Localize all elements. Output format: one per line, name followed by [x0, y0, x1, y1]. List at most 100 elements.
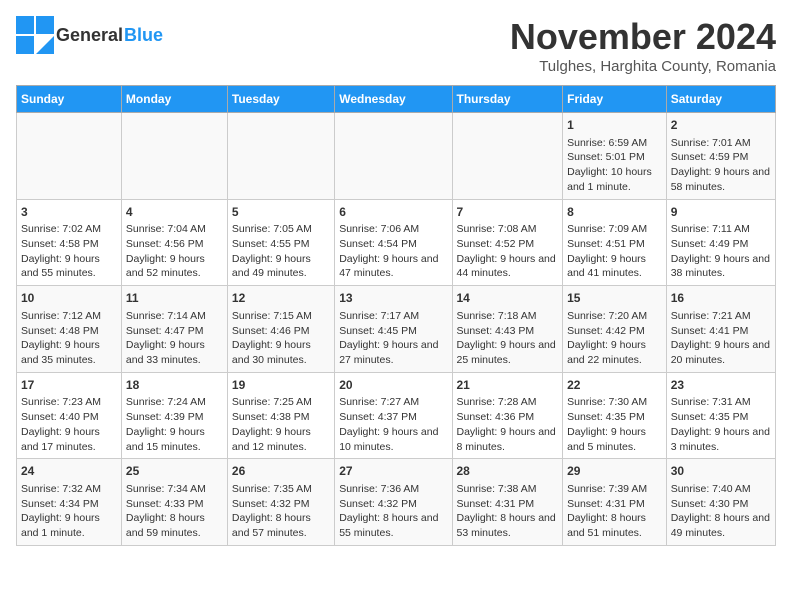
day-info: Sunrise: 7:34 AM Sunset: 4:33 PM Dayligh… [126, 482, 223, 541]
calendar-cell: 11 Sunrise: 7:14 AM Sunset: 4:47 PM Dayli… [121, 286, 227, 373]
day-info: Sunrise: 7:24 AM Sunset: 4:39 PM Dayligh… [126, 395, 223, 454]
day-number: 11 [126, 290, 223, 307]
calendar-cell: 19Sunrise: 7:25 AM Sunset: 4:38 PM Dayli… [227, 372, 334, 459]
day-number: 19 [232, 377, 330, 394]
calendar-cell: 18Sunrise: 7:24 AM Sunset: 4:39 PM Dayli… [121, 372, 227, 459]
day-number: 5 [232, 204, 330, 221]
day-info: Sunrise: 7:21 AM Sunset: 4:41 PM Dayligh… [671, 309, 771, 368]
day-number: 18 [126, 377, 223, 394]
day-number: 22 [567, 377, 662, 394]
calendar-cell: 25 Sunrise: 7:34 AM Sunset: 4:33 PM Dayli… [121, 459, 227, 546]
day-info: Sunrise: 7:32 AM Sunset: 4:34 PM Dayligh… [21, 482, 117, 541]
calendar-week-1: 1Sunrise: 6:59 AM Sunset: 5:01 PM Daylig… [17, 113, 776, 200]
calendar-cell: 27Sunrise: 7:36 AM Sunset: 4:32 PM Dayli… [335, 459, 452, 546]
calendar-cell [17, 113, 122, 200]
day-header-wednesday: Wednesday [335, 86, 452, 113]
calendar-week-2: 3Sunrise: 7:02 AM Sunset: 4:58 PM Daylig… [17, 199, 776, 286]
day-info: Sunrise: 7:06 AM Sunset: 4:54 PM Dayligh… [339, 222, 447, 281]
day-header-tuesday: Tuesday [227, 86, 334, 113]
day-info: Sunrise: 7:31 AM Sunset: 4:35 PM Dayligh… [671, 395, 771, 454]
day-number: 6 [339, 204, 447, 221]
calendar-cell: 20Sunrise: 7:27 AM Sunset: 4:37 PM Dayli… [335, 372, 452, 459]
day-number: 12 [232, 290, 330, 307]
day-number: 25 [126, 463, 223, 480]
day-number: 30 [671, 463, 771, 480]
page-subtitle: Tulghes, Harghita County, Romania [510, 58, 776, 75]
day-info: Sunrise: 7:18 AM Sunset: 4:43 PM Dayligh… [457, 309, 559, 368]
day-info: Sunrise: 7:04 AM Sunset: 4:56 PM Dayligh… [126, 222, 223, 281]
page-title: November 2024 [510, 16, 776, 58]
day-number: 9 [671, 204, 771, 221]
calendar-cell [335, 113, 452, 200]
day-number: 27 [339, 463, 447, 480]
day-info: Sunrise: 7:11 AM Sunset: 4:49 PM Dayligh… [671, 222, 771, 281]
day-info: Sunrise: 7:39 AM Sunset: 4:31 PM Dayligh… [567, 482, 662, 541]
calendar-week-5: 24Sunrise: 7:32 AM Sunset: 4:34 PM Dayli… [17, 459, 776, 546]
calendar-week-4: 17Sunrise: 7:23 AM Sunset: 4:40 PM Dayli… [17, 372, 776, 459]
day-number: 10 [21, 290, 117, 307]
calendar-week-3: 10Sunrise: 7:12 AM Sunset: 4:48 PM Dayli… [17, 286, 776, 373]
calendar-cell: 14 Sunrise: 7:18 AM Sunset: 4:43 PM Dayli… [452, 286, 563, 373]
calendar-cell: 6Sunrise: 7:06 AM Sunset: 4:54 PM Daylig… [335, 199, 452, 286]
calendar-cell: 17Sunrise: 7:23 AM Sunset: 4:40 PM Dayli… [17, 372, 122, 459]
day-number: 7 [457, 204, 559, 221]
day-info: Sunrise: 7:09 AM Sunset: 4:51 PM Dayligh… [567, 222, 662, 281]
calendar-cell: 21Sunrise: 7:28 AM Sunset: 4:36 PM Dayli… [452, 372, 563, 459]
day-number: 28 [457, 463, 559, 480]
day-number: 26 [232, 463, 330, 480]
calendar-cell: 8Sunrise: 7:09 AM Sunset: 4:51 PM Daylig… [563, 199, 667, 286]
day-number: 17 [21, 377, 117, 394]
day-info: Sunrise: 7:23 AM Sunset: 4:40 PM Dayligh… [21, 395, 117, 454]
calendar-cell: 13Sunrise: 7:17 AM Sunset: 4:45 PM Dayli… [335, 286, 452, 373]
calendar-cell: 3Sunrise: 7:02 AM Sunset: 4:58 PM Daylig… [17, 199, 122, 286]
page-header: General Blue November 2024 Tulghes, Harg… [16, 16, 776, 75]
calendar-cell: 23Sunrise: 7:31 AM Sunset: 4:35 PM Dayli… [666, 372, 775, 459]
logo-general-text: General [56, 25, 123, 46]
day-number: 23 [671, 377, 771, 394]
day-number: 4 [126, 204, 223, 221]
day-info: Sunrise: 7:38 AM Sunset: 4:31 PM Dayligh… [457, 482, 559, 541]
calendar-cell: 30 Sunrise: 7:40 AM Sunset: 4:30 PM Dayli… [666, 459, 775, 546]
calendar-cell [121, 113, 227, 200]
day-info: Sunrise: 7:17 AM Sunset: 4:45 PM Dayligh… [339, 309, 447, 368]
day-info: Sunrise: 7:02 AM Sunset: 4:58 PM Dayligh… [21, 222, 117, 281]
calendar-cell: 12Sunrise: 7:15 AM Sunset: 4:46 PM Dayli… [227, 286, 334, 373]
calendar-cell: 2Sunrise: 7:01 AM Sunset: 4:59 PM Daylig… [666, 113, 775, 200]
calendar-cell: 15Sunrise: 7:20 AM Sunset: 4:42 PM Dayli… [563, 286, 667, 373]
calendar-cell: 16 Sunrise: 7:21 AM Sunset: 4:41 PM Dayli… [666, 286, 775, 373]
day-number: 15 [567, 290, 662, 307]
calendar-cell: 24Sunrise: 7:32 AM Sunset: 4:34 PM Dayli… [17, 459, 122, 546]
day-number: 20 [339, 377, 447, 394]
logo-blue-text: Blue [124, 25, 163, 46]
day-number: 3 [21, 204, 117, 221]
day-info: Sunrise: 7:40 AM Sunset: 4:30 PM Dayligh… [671, 482, 771, 541]
calendar-body: 1Sunrise: 6:59 AM Sunset: 5:01 PM Daylig… [17, 113, 776, 546]
day-number: 1 [567, 117, 662, 134]
calendar-table: SundayMondayTuesdayWednesdayThursdayFrid… [16, 85, 776, 546]
title-section: November 2024 Tulghes, Harghita County, … [510, 16, 776, 75]
day-header-sunday: Sunday [17, 86, 122, 113]
day-number: 29 [567, 463, 662, 480]
day-header-saturday: Saturday [666, 86, 775, 113]
day-info: Sunrise: 7:25 AM Sunset: 4:38 PM Dayligh… [232, 395, 330, 454]
day-header-thursday: Thursday [452, 86, 563, 113]
calendar-cell: 22Sunrise: 7:30 AM Sunset: 4:35 PM Dayli… [563, 372, 667, 459]
logo-icon [16, 16, 54, 54]
calendar-cell: 5Sunrise: 7:05 AM Sunset: 4:55 PM Daylig… [227, 199, 334, 286]
day-number: 14 [457, 290, 559, 307]
calendar-cell: 7Sunrise: 7:08 AM Sunset: 4:52 PM Daylig… [452, 199, 563, 286]
calendar-cell: 9Sunrise: 7:11 AM Sunset: 4:49 PM Daylig… [666, 199, 775, 286]
day-header-friday: Friday [563, 86, 667, 113]
calendar-cell: 4Sunrise: 7:04 AM Sunset: 4:56 PM Daylig… [121, 199, 227, 286]
day-number: 16 [671, 290, 771, 307]
day-info: Sunrise: 7:27 AM Sunset: 4:37 PM Dayligh… [339, 395, 447, 454]
day-info: Sunrise: 7:05 AM Sunset: 4:55 PM Dayligh… [232, 222, 330, 281]
calendar-cell: 1Sunrise: 6:59 AM Sunset: 5:01 PM Daylig… [563, 113, 667, 200]
day-info: Sunrise: 7:14 AM Sunset: 4:47 PM Dayligh… [126, 309, 223, 368]
day-info: Sunrise: 7:28 AM Sunset: 4:36 PM Dayligh… [457, 395, 559, 454]
calendar-cell: 29 Sunrise: 7:39 AM Sunset: 4:31 PM Dayli… [563, 459, 667, 546]
calendar-cell: 28 Sunrise: 7:38 AM Sunset: 4:31 PM Dayli… [452, 459, 563, 546]
calendar-cell: 10Sunrise: 7:12 AM Sunset: 4:48 PM Dayli… [17, 286, 122, 373]
day-info: Sunrise: 7:01 AM Sunset: 4:59 PM Dayligh… [671, 136, 771, 195]
day-info: Sunrise: 7:35 AM Sunset: 4:32 PM Dayligh… [232, 482, 330, 541]
